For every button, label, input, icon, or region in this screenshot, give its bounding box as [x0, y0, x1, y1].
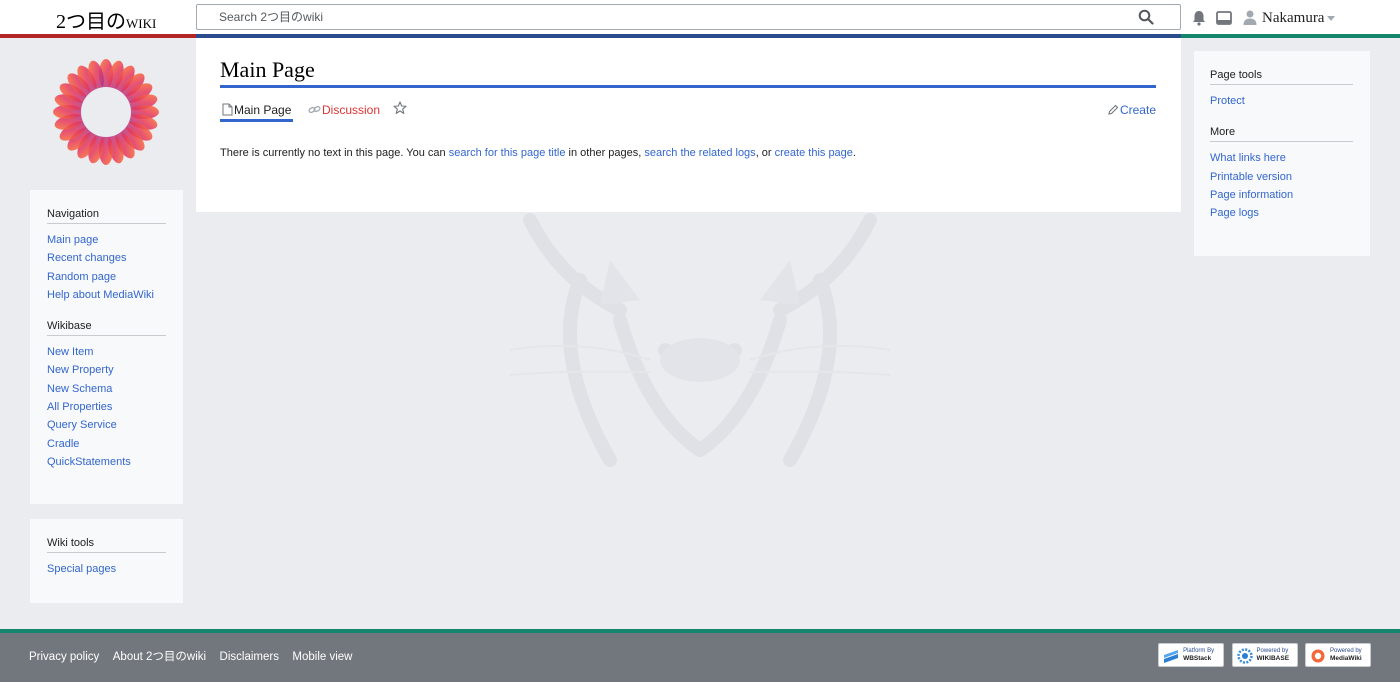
mediawiki-icon [1311, 649, 1325, 663]
sidebar-item-new-property[interactable]: New Property [47, 364, 114, 376]
page-tool-printable-version[interactable]: Printable version [1210, 171, 1292, 183]
page-icon [222, 103, 233, 116]
search-page-title-link[interactable]: search for this page title [449, 147, 566, 159]
sidebar-item-quickstatements[interactable]: QuickStatements [47, 456, 131, 468]
site-title-suffix: wiki [126, 12, 157, 32]
sidebar-item-main-page[interactable]: Main page [47, 234, 98, 246]
page-tool-page-information[interactable]: Page information [1210, 189, 1293, 201]
wiki-logo-icon[interactable] [53, 59, 159, 165]
cat-watermark-icon [509, 213, 891, 467]
link-icon [308, 105, 321, 114]
search-input[interactable] [219, 8, 1119, 26]
footer-badges: Platform By WBStack Powered by WIKIBASE Po… [1155, 643, 1371, 667]
footer-about-link[interactable]: About 2つ目のwiki [113, 651, 206, 663]
page-tool-protect[interactable]: Protect [1210, 95, 1245, 107]
header-stripe-red [0, 34, 196, 38]
chevron-down-icon[interactable] [1327, 16, 1335, 21]
wikibase-icon [1236, 648, 1253, 664]
sidebar-item-special-pages[interactable]: Special pages [47, 563, 116, 575]
site-title-prefix: 2つ目の [56, 11, 126, 33]
top-bar: 2つ目のwiki Nakamura [0, 0, 1400, 34]
sidebar-navigation-panel: Navigation Main page Recent changes Rand… [30, 190, 183, 504]
star-icon[interactable] [393, 101, 407, 115]
search-icon[interactable] [1138, 9, 1154, 25]
sidebar-item-help[interactable]: Help about MediaWiki [47, 289, 154, 301]
sidebar-item-query-service[interactable]: Query Service [47, 419, 117, 431]
footer-privacy-link[interactable]: Privacy policy [29, 651, 99, 663]
navigation-heading: Navigation [47, 208, 166, 224]
footer: Privacy policy About 2つ目のwiki Disclaimer… [0, 633, 1400, 682]
tab-main-page-label: Main Page [234, 103, 292, 117]
page-tabs: Main Page Discussion Create [220, 100, 1156, 124]
sidebar-item-recent-changes[interactable]: Recent changes [47, 252, 127, 264]
page-tools-heading: Page tools [1210, 69, 1353, 85]
wiki-tools-heading: Wiki tools [47, 537, 166, 553]
search-logs-link[interactable]: search the related logs [644, 147, 755, 159]
sidebar-item-random-page[interactable]: Random page [47, 271, 116, 283]
more-heading: More [1210, 126, 1353, 143]
wbstack-icon [1164, 650, 1179, 663]
sidebar-item-new-item[interactable]: New Item [47, 346, 93, 358]
username-link[interactable]: Nakamura [1262, 10, 1324, 27]
mediawiki-badge[interactable]: Powered by MediaWiki [1305, 643, 1371, 667]
wikibase-badge[interactable]: Powered by WIKIBASE [1231, 643, 1298, 667]
main-content: Main Page Main Page Discussion Create Th… [196, 38, 1181, 212]
more-section: More What links here Printable version P… [1210, 126, 1353, 222]
tab-create[interactable]: Create [1107, 100, 1156, 122]
create-page-link[interactable]: create this page [775, 147, 853, 159]
notices-tray-icon[interactable] [1216, 11, 1232, 25]
tab-main-page[interactable]: Main Page [220, 100, 294, 122]
user-icon[interactable] [1243, 10, 1257, 25]
page-title: Main Page [220, 57, 1156, 88]
tab-create-label: Create [1119, 103, 1156, 117]
wikibase-heading: Wikibase [47, 320, 166, 337]
page-body-text: There is currently no text in this page.… [220, 147, 856, 159]
navigation-section: Navigation Main page Recent changes Rand… [47, 208, 166, 304]
wbstack-badge[interactable]: Platform By WBStack [1158, 643, 1225, 667]
footer-mobile-view-link[interactable]: Mobile view [292, 651, 352, 663]
tab-discussion[interactable]: Discussion [308, 100, 380, 122]
sidebar-item-cradle[interactable]: Cradle [47, 438, 79, 450]
sidebar-item-new-schema[interactable]: New Schema [47, 383, 112, 395]
header-stripe-green [1181, 34, 1400, 38]
wikibase-section: Wikibase New Item New Property New Schem… [47, 320, 166, 471]
page-tool-what-links-here[interactable]: What links here [1210, 152, 1286, 164]
bell-icon[interactable] [1192, 10, 1206, 26]
footer-disclaimers-link[interactable]: Disclaimers [220, 651, 279, 663]
search-box [196, 4, 1181, 30]
right-sidebar-panel: Page tools Protect More What links here … [1194, 51, 1370, 256]
site-title[interactable]: 2つ目のwiki [56, 5, 156, 34]
sidebar-wiki-tools-panel: Wiki tools Special pages [30, 519, 183, 603]
tab-discussion-label: Discussion [322, 103, 381, 117]
sidebar-item-all-properties[interactable]: All Properties [47, 401, 112, 413]
pencil-icon [1108, 104, 1119, 115]
page-tool-page-logs[interactable]: Page logs [1210, 207, 1259, 219]
page-tools-section: Page tools Protect [1210, 69, 1353, 110]
